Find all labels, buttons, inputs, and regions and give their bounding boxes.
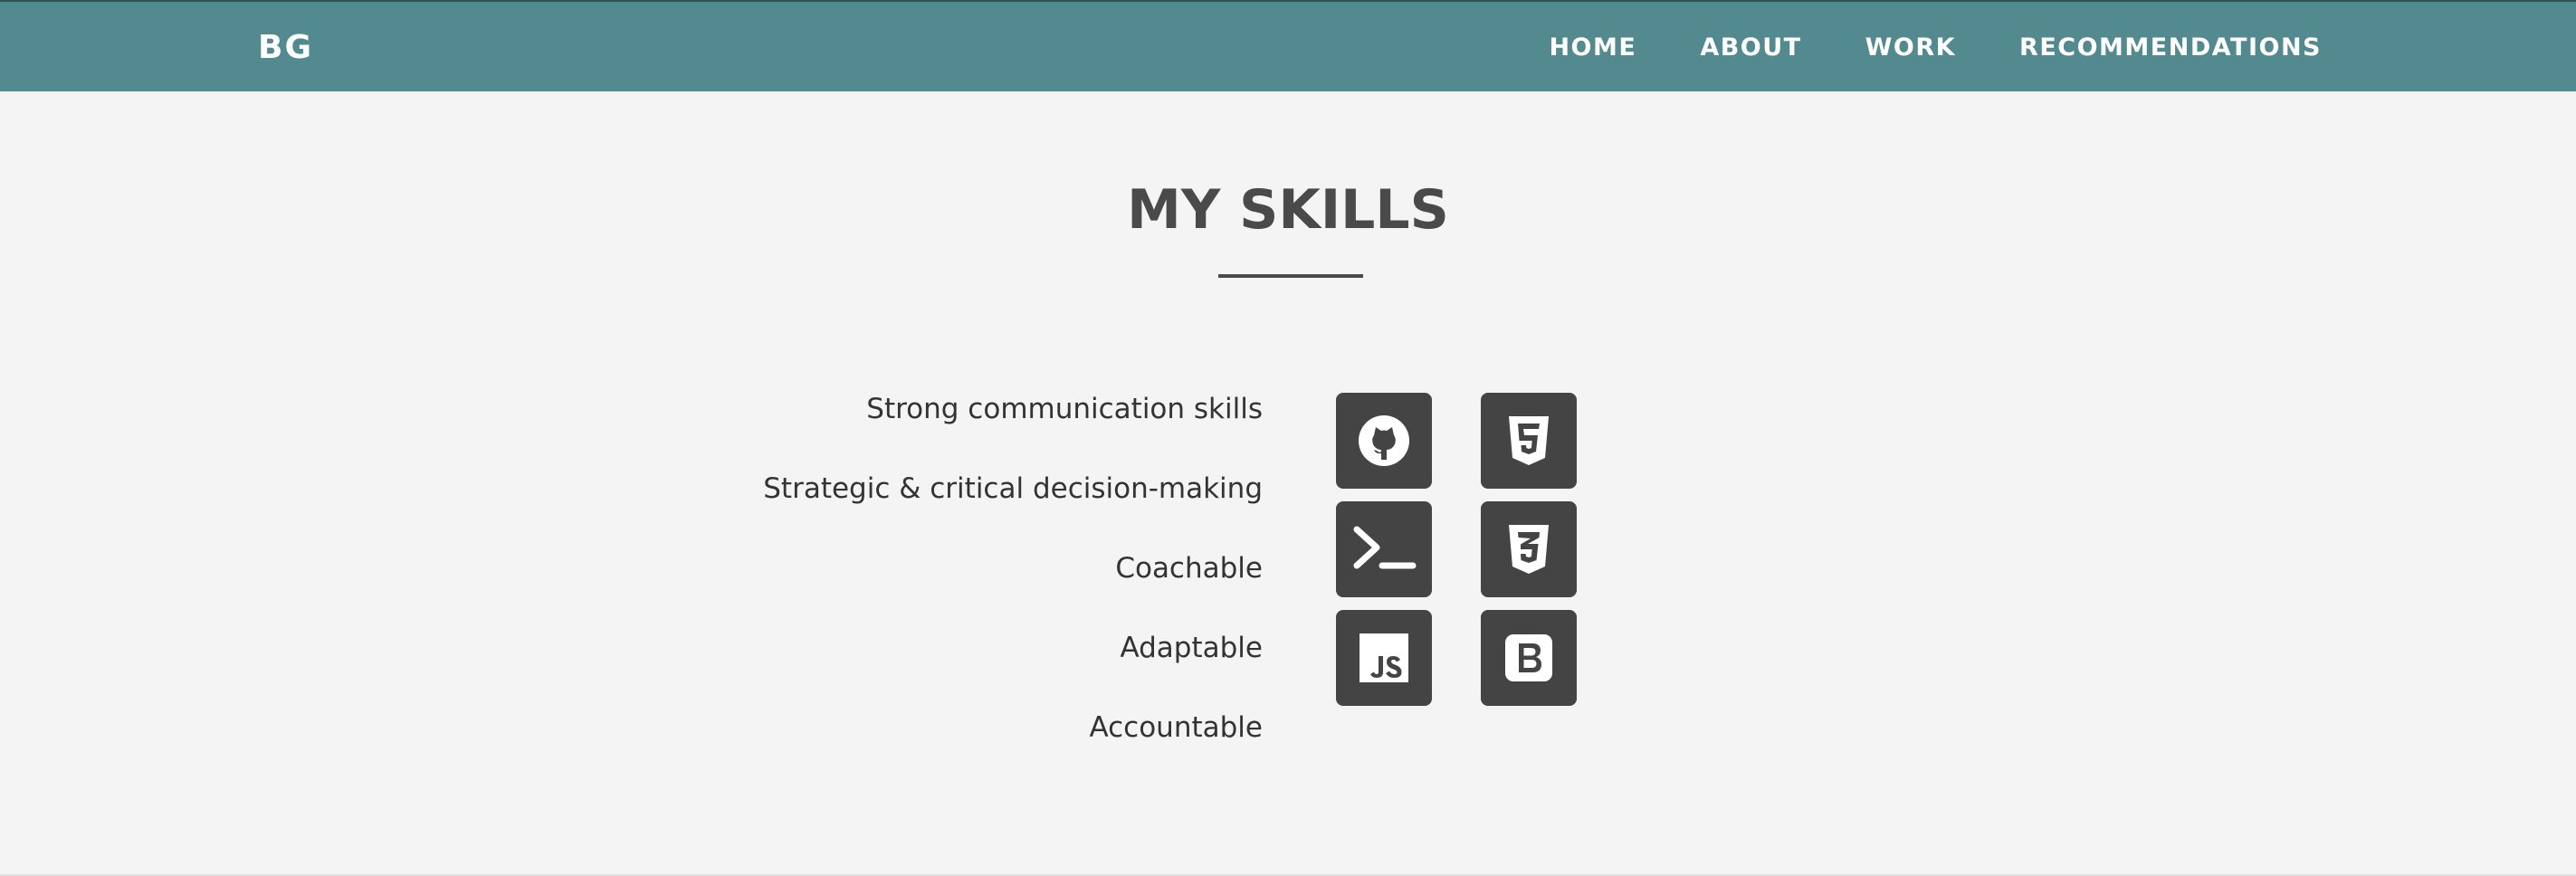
github-icon [1336,393,1432,489]
skill-item: Coachable [1115,552,1263,585]
navbar: BG HOME ABOUT WORK RECOMMENDATIONS [0,0,2576,91]
brand-logo[interactable]: BG [258,29,313,67]
nav-links: HOME ABOUT WORK RECOMMENDATIONS [1549,33,2322,63]
css3-icon [1481,501,1577,597]
skill-item: Strategic & critical decision-making [763,472,1263,505]
skill-item: Accountable [1089,711,1263,744]
terminal-icon [1336,501,1432,597]
skill-item: Adaptable [1120,632,1263,664]
skill-icon-grid [1336,393,1577,706]
javascript-icon [1336,610,1432,706]
bootstrap-icon [1481,610,1577,706]
skill-item: Strong communication skills [866,393,1263,425]
html5-icon [1481,393,1577,489]
nav-link-work[interactable]: WORK [1865,33,1956,63]
skills-list: Strong communication skills Strategic & … [763,387,1263,786]
title-underline [1218,274,1363,278]
section-title: MY SKILLS [1127,178,1449,242]
nav-link-home[interactable]: HOME [1549,33,1636,63]
nav-link-about[interactable]: ABOUT [1700,33,1801,63]
nav-link-recommendations[interactable]: RECOMMENDATIONS [2019,33,2322,63]
